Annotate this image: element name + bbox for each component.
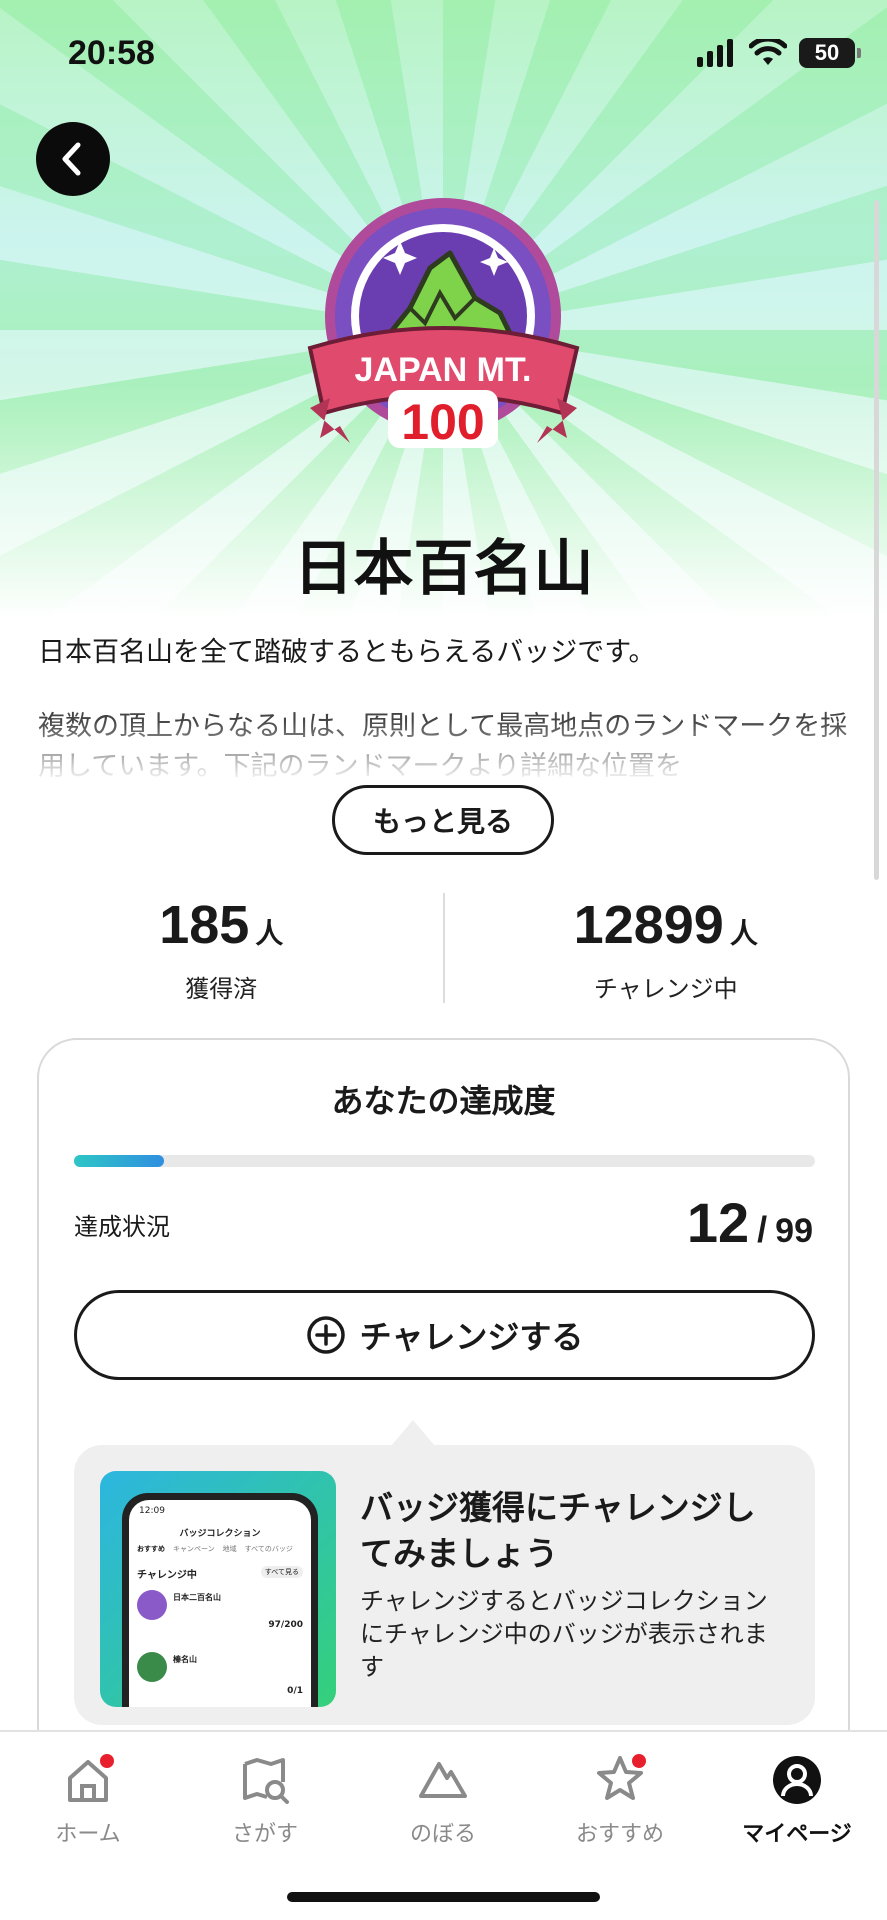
stat-acquired-label: 獲得済 bbox=[185, 975, 258, 1003]
home-icon bbox=[60, 1752, 116, 1808]
stats-row: 185 人 獲得済 12899 人 チャレンジ中 bbox=[0, 893, 887, 1003]
progress-fill bbox=[74, 1155, 164, 1167]
preview-badge-icon bbox=[137, 1652, 167, 1682]
phone-screen: 12:09 バッジコレクション おすすめ キャンペーン 地域 すべてのバッジ チ… bbox=[129, 1500, 311, 1707]
tip-body: チャレンジするとバッジコレクションにチャレンジ中のバッジが表示されます bbox=[360, 1587, 768, 1681]
tab-label: ホーム bbox=[55, 1822, 121, 1847]
preview-item-name: 榛名山 bbox=[173, 1655, 197, 1664]
challenge-button-label: チャレンジする bbox=[359, 1318, 584, 1356]
tab-search[interactable]: さがす bbox=[190, 1752, 340, 1848]
signal-icon bbox=[697, 39, 733, 67]
back-button[interactable] bbox=[36, 122, 110, 196]
challenge-button[interactable]: チャレンジする bbox=[74, 1290, 815, 1380]
preview-badge-icon bbox=[137, 1590, 167, 1620]
tab-bar: ホーム さがす のぼる おすすめ マイページ bbox=[0, 1730, 887, 1920]
status-value: 12 / 99 bbox=[687, 1190, 813, 1255]
tab-recommend[interactable]: おすすめ bbox=[545, 1752, 695, 1848]
status-total: 99 bbox=[775, 1212, 813, 1250]
tab-label: おすすめ bbox=[575, 1822, 664, 1847]
status-label: 達成状況 bbox=[74, 1213, 170, 1241]
home-indicator[interactable] bbox=[287, 1892, 600, 1902]
preview-tab: おすすめ bbox=[137, 1545, 165, 1553]
stat-challenging-unit: 人 bbox=[729, 917, 758, 950]
preview-tab: すべてのバッジ bbox=[244, 1545, 293, 1553]
stat-acquired-value: 185 bbox=[159, 895, 250, 955]
tab-label: マイページ bbox=[742, 1822, 852, 1847]
plus-circle-icon bbox=[306, 1316, 345, 1354]
stat-challenging-label: チャレンジ中 bbox=[593, 975, 738, 1003]
tip-box: 12:09 バッジコレクション おすすめ キャンペーン 地域 すべてのバッジ チ… bbox=[74, 1445, 815, 1725]
tip-arrow bbox=[391, 1420, 435, 1446]
tab-home[interactable]: ホーム bbox=[13, 1752, 163, 1848]
description-fade bbox=[0, 720, 887, 790]
tab-label: さがす bbox=[231, 1822, 298, 1847]
status-time: 20:58 bbox=[68, 34, 155, 72]
progress-bar bbox=[74, 1155, 815, 1167]
page-title: 日本百名山 bbox=[293, 534, 594, 604]
stat-acquired-unit: 人 bbox=[255, 917, 284, 950]
stat-acquired: 185 人 獲得済 bbox=[0, 893, 443, 1003]
mountain-icon bbox=[415, 1752, 471, 1808]
preview-tab: 地域 bbox=[222, 1545, 237, 1553]
phone-mockup: 12:09 バッジコレクション おすすめ キャンペーン 地域 すべてのバッジ チ… bbox=[122, 1493, 318, 1707]
status-icons: 50 bbox=[697, 38, 861, 68]
preview-tab: キャンペーン bbox=[173, 1545, 215, 1553]
tip-title: バッジ獲得にチャレンジしてみましょう bbox=[360, 1488, 756, 1573]
battery-indicator: 50 bbox=[799, 38, 861, 68]
status-separator: / bbox=[757, 1209, 768, 1250]
preview-title: バッジコレクション bbox=[179, 1529, 261, 1539]
description-line-1: 日本百名山を全て踏破するともらえるバッジです。 bbox=[38, 637, 656, 668]
badge-text-top: JAPAN MT. bbox=[355, 351, 532, 389]
chevron-left-icon bbox=[62, 142, 81, 176]
japan-mt-100-badge: JAPAN MT. 100 bbox=[307, 198, 580, 450]
preview-item-name: 日本二百名山 bbox=[173, 1593, 221, 1602]
tab-label: のぼる bbox=[409, 1822, 476, 1847]
user-icon bbox=[769, 1752, 825, 1808]
preview-item-count: 0/1 bbox=[287, 1686, 303, 1696]
status-current: 12 bbox=[686, 1191, 750, 1254]
stat-challenging: 12899 人 チャレンジ中 bbox=[445, 893, 887, 1003]
achievement-title: あなたの達成度 bbox=[331, 1082, 556, 1120]
wifi-icon bbox=[749, 39, 787, 65]
notification-dot bbox=[630, 1752, 648, 1770]
preview-time: 12:09 bbox=[139, 1506, 165, 1516]
badge-text-bottom: 100 bbox=[401, 394, 484, 450]
tab-mypage[interactable]: マイページ bbox=[722, 1752, 872, 1848]
more-button[interactable]: もっと見る bbox=[332, 785, 554, 855]
preview-tabs: おすすめ キャンペーン 地域 すべてのバッジ bbox=[137, 1544, 293, 1554]
tab-climb[interactable]: のぼる bbox=[368, 1752, 518, 1848]
notification-dot bbox=[98, 1752, 116, 1770]
stat-challenging-value: 12899 bbox=[573, 895, 724, 955]
star-icon bbox=[592, 1752, 648, 1808]
map-search-icon bbox=[237, 1752, 293, 1808]
preview-see-all: すべて見る bbox=[260, 1566, 303, 1578]
scroll-indicator[interactable] bbox=[874, 200, 879, 880]
preview-section: チャレンジ中 bbox=[137, 1570, 197, 1581]
preview-item-count: 97/200 bbox=[268, 1620, 303, 1630]
tip-thumbnail: 12:09 バッジコレクション おすすめ キャンペーン 地域 すべてのバッジ チ… bbox=[100, 1471, 336, 1707]
